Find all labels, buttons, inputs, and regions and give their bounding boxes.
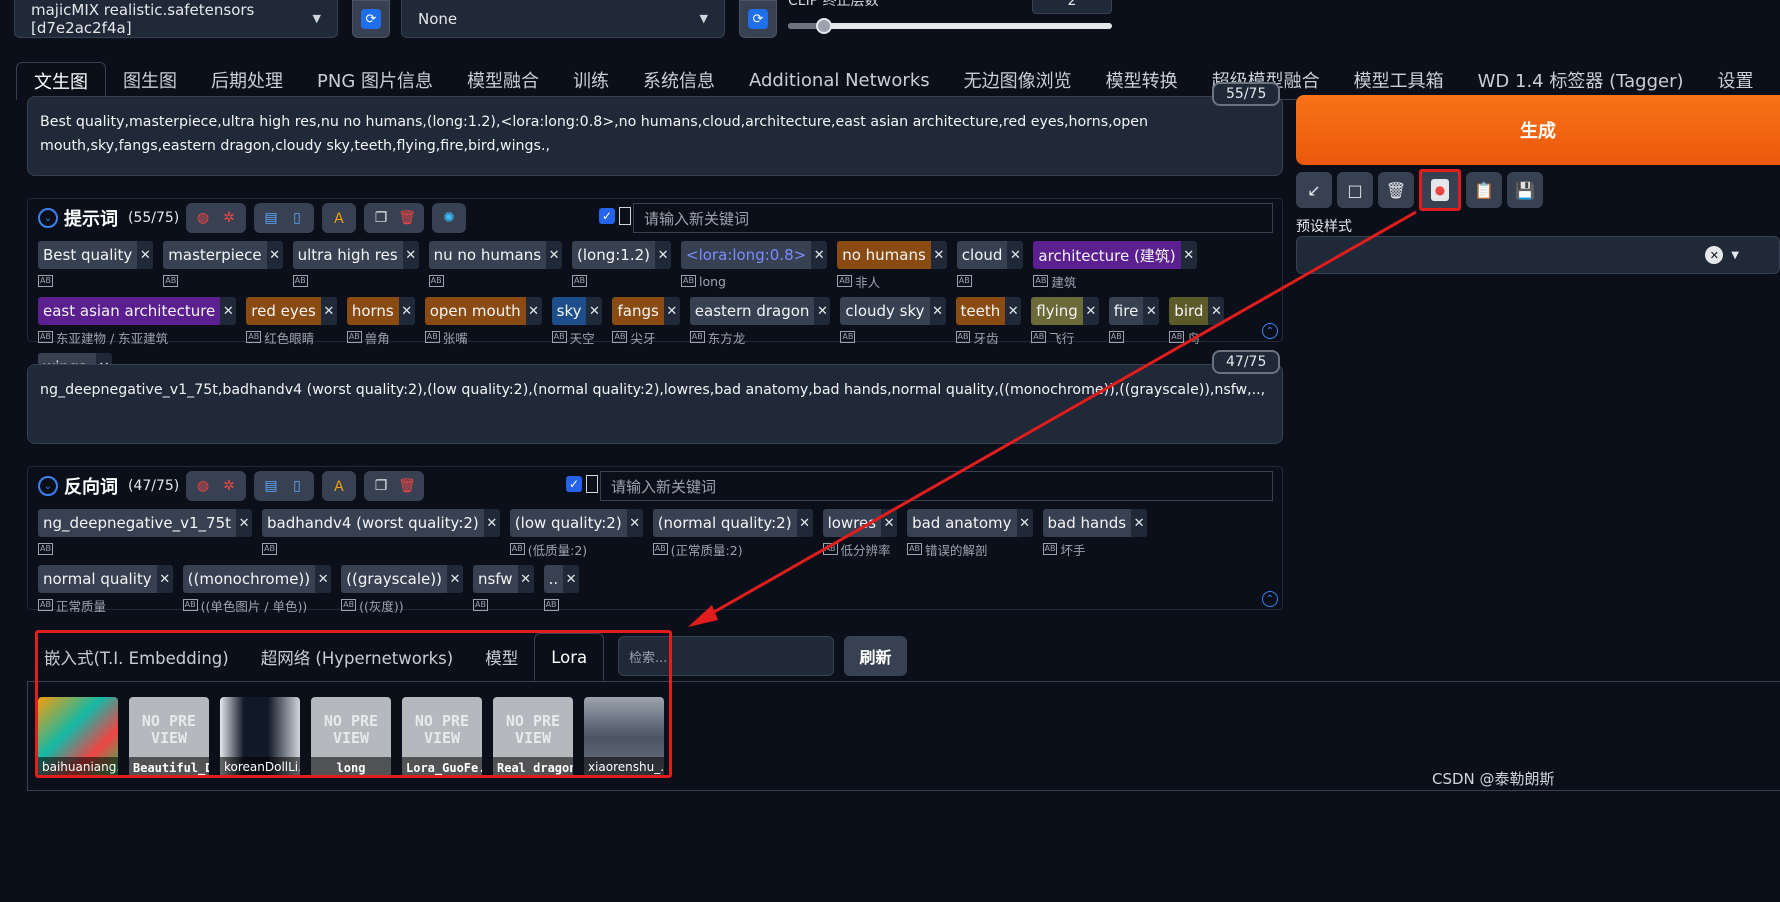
cards-area-bottom [27, 790, 1780, 791]
refresh-button[interactable]: 刷新 [844, 636, 907, 676]
annotation-arrow-line [699, 210, 1417, 622]
annotation-arrow-head [688, 605, 718, 627]
cards-area-border [27, 681, 28, 791]
watermark: CSDN @泰勒朗斯 [1432, 770, 1555, 788]
highlight-box [35, 630, 672, 778]
